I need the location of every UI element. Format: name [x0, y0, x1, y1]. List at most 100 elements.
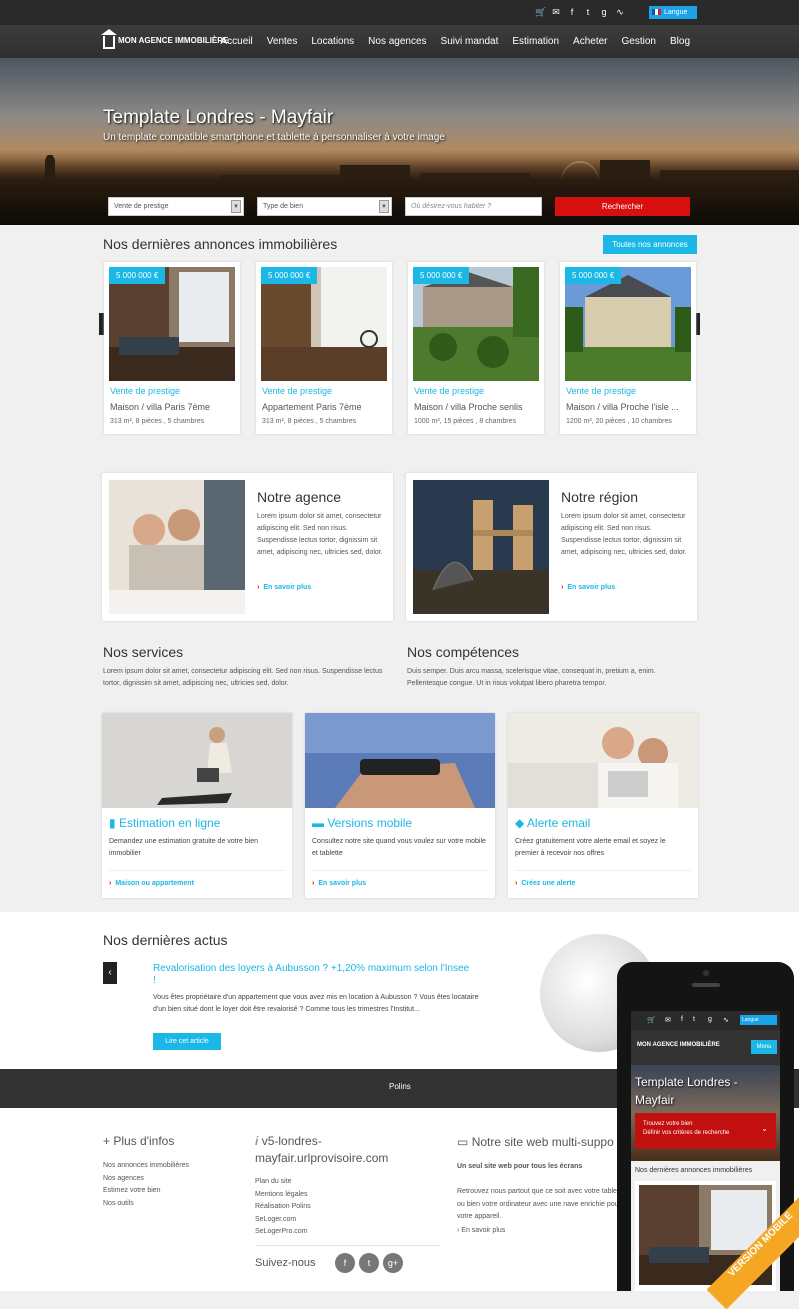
estimation-link[interactable]: › Maison ou appartement — [109, 880, 194, 887]
nav-item-ventes[interactable]: Ventes — [260, 36, 305, 47]
listings-title: Nos dernières annonces immobilières — [103, 236, 338, 252]
footer-col3-link[interactable]: › En savoir plus — [457, 1225, 505, 1238]
chevron-down-icon: ▼ — [231, 200, 241, 213]
nav-item-locations[interactable]: Locations — [304, 36, 361, 47]
google-plus-icon[interactable]: g+ — [383, 1253, 403, 1273]
footer-col2-title: i v5-londres-mayfair.urlprovisoire.com — [255, 1134, 389, 1165]
region-text: Lorem ipsum dolor sit amet, consectetur … — [561, 513, 687, 556]
footer-link[interactable]: Réalisation Polins — [255, 1201, 311, 1214]
listing-details: 1000 m², 15 pièces , 8 chambres — [414, 418, 516, 425]
footer-link[interactable]: SeLoger.com — [255, 1214, 311, 1227]
phone-top-bar: 🛒 ✉ f t g ∿ Langue — [631, 1011, 780, 1030]
listing-name: Maison / villa Proche l'isle ... — [566, 402, 679, 412]
chevron-right-icon: › — [561, 584, 564, 591]
services-text: Lorem ipsum dolor sit amet, consectetur … — [103, 668, 383, 687]
listing-category: Vente de prestige — [414, 386, 485, 396]
services-title: Nos services — [103, 644, 184, 660]
article-title[interactable]: Revalorisation des loyers à Aubusson ? +… — [153, 963, 473, 987]
footer-link[interactable]: SeLogerPro.com — [255, 1226, 311, 1239]
language-button[interactable]: Langue — [649, 6, 697, 19]
all-listings-button[interactable]: Toutes nos annonces — [603, 235, 697, 254]
chevron-down-icon: ⌄ — [761, 1124, 768, 1133]
listing-details: 1200 m², 20 pièces , 10 chambres — [566, 418, 672, 425]
nav-item-agences[interactable]: Nos agences — [361, 36, 433, 47]
listing-name: Maison / villa Paris 7ème — [110, 402, 211, 412]
agency-more-link[interactable]: › En savoir plus — [257, 584, 311, 591]
nav-item-gestion[interactable]: Gestion — [615, 36, 663, 47]
footer-col3-title: ▭ Notre site web multi-suppo — [457, 1135, 614, 1149]
mail-icon[interactable]: ✉ — [551, 7, 561, 17]
listing-category: Vente de prestige — [110, 386, 181, 396]
nav-item-suivi-mandat[interactable]: Suivi mandat — [434, 36, 506, 47]
info-icon: i — [255, 1134, 259, 1148]
news-prev-button[interactable]: ‹ — [103, 962, 117, 984]
category-select[interactable]: Vente de prestige ▼ — [108, 197, 244, 216]
chevron-right-icon: › — [457, 1227, 460, 1234]
mobile-link[interactable]: › En savoir plus — [312, 880, 366, 887]
footer-link[interactable]: Estimez votre bien — [103, 1185, 189, 1198]
footer-col2-links: Plan du site Mentions légales Réalisatio… — [255, 1176, 311, 1239]
facebook-icon[interactable]: f — [335, 1253, 355, 1273]
facebook-icon[interactable]: f — [567, 7, 577, 17]
read-article-button[interactable]: Lire cet article — [153, 1033, 221, 1050]
twitter-icon[interactable]: t — [359, 1253, 379, 1273]
phone-search-box: Trouvez votre bien Définir vos critères … — [635, 1113, 776, 1149]
plus-icon: + — [103, 1134, 111, 1148]
logo[interactable]: MON AGENCE IMMOBILIÈRE — [101, 29, 228, 49]
social-icons: 🛒 ✉ f t g ∿ — [535, 7, 625, 17]
listing-details: 313 m², 8 pièces , 5 chambres — [262, 418, 357, 425]
google-plus-icon[interactable]: g — [599, 7, 609, 17]
listing-card[interactable]: 5 000 000 € Vente de prestige Maison / v… — [104, 262, 240, 434]
listing-category: Vente de prestige — [566, 386, 637, 396]
follow-us-label: Suivez-nous — [255, 1257, 316, 1269]
nav-item-acheter[interactable]: Acheter — [566, 36, 614, 47]
footer-brand: Polins — [389, 1082, 411, 1091]
alert-link[interactable]: › Créez une alerte — [515, 880, 575, 887]
nav-item-accueil[interactable]: Accueil — [214, 36, 260, 47]
listing-card[interactable]: 5 000 000 € Vente de prestige Appartemen… — [256, 262, 392, 434]
region-box: Notre région Lorem ipsum dolor sit amet,… — [406, 473, 697, 621]
facebook-icon: f — [681, 1016, 683, 1023]
alert-title: ◆ Alerte email — [515, 816, 591, 830]
google-plus-icon: g — [708, 1016, 712, 1023]
mobile-title: ▬ Versions mobile — [312, 816, 413, 830]
nav-item-blog[interactable]: Blog — [663, 36, 697, 47]
phone-logo: MON AGENCE IMMOBILIÈRE — [637, 1042, 720, 1048]
nav-menu: Accueil Ventes Locations Nos agences Sui… — [214, 25, 697, 58]
footer-link[interactable]: Plan du site — [255, 1176, 311, 1189]
mobile-card: ▬ Versions mobile Consultez notre site q… — [305, 713, 495, 898]
footer-link[interactable]: Nos outils — [103, 1198, 189, 1211]
chevron-right-icon: › — [257, 584, 260, 591]
location-search-input[interactable]: Où désirez-vous habiter ? — [405, 197, 542, 216]
news-title: Nos dernières actus — [103, 932, 228, 948]
estimation-photo — [102, 713, 292, 808]
phone-hero-title: Template Londres - Mayfair — [635, 1075, 738, 1107]
footer-link[interactable]: Mentions légales — [255, 1189, 311, 1202]
search-button[interactable]: Rechercher — [555, 197, 690, 216]
listing-name: Appartement Paris 7ème — [262, 402, 362, 412]
footer-col1-title: + Plus d'infos — [103, 1134, 175, 1148]
property-type-select[interactable]: Type de bien ▼ — [257, 197, 392, 216]
estimation-text: Demandez une estimation gratuite de votr… — [109, 838, 259, 857]
agency-box: Notre agence Lorem ipsum dolor sit amet,… — [102, 473, 393, 621]
listing-card[interactable]: 5 000 000 € Vente de prestige Maison / v… — [408, 262, 544, 434]
region-more-link[interactable]: › En savoir plus — [561, 584, 615, 591]
footer-col3-text: Retrouvez nous partout que ce soit avec … — [457, 1188, 625, 1220]
nav-item-estimation[interactable]: Estimation — [505, 36, 566, 47]
listing-photo — [413, 267, 539, 381]
social-buttons: f t g+ — [335, 1253, 403, 1273]
footer-link[interactable]: Nos annonces immobilières — [103, 1160, 189, 1173]
price-badge: 5 000 000 € — [413, 267, 470, 284]
listing-card[interactable]: 5 000 000 € Vente de prestige Maison / v… — [560, 262, 696, 434]
listing-photo — [565, 267, 691, 381]
agency-title: Notre agence — [257, 489, 342, 505]
twitter-icon[interactable]: t — [583, 7, 593, 17]
price-badge: 5 000 000 € — [261, 267, 318, 284]
listing-photo — [109, 267, 235, 381]
cart-icon[interactable]: 🛒 — [535, 7, 546, 17]
article-text: Vous êtes propriétaire d'un appartement … — [153, 994, 479, 1013]
top-bar: 🛒 ✉ f t g ∿ Langue — [0, 0, 799, 25]
rss-icon[interactable]: ∿ — [615, 7, 625, 17]
footer-link[interactable]: Nos agences — [103, 1173, 189, 1186]
hero-subtitle: Un template compatible smartphone et tab… — [103, 132, 445, 143]
